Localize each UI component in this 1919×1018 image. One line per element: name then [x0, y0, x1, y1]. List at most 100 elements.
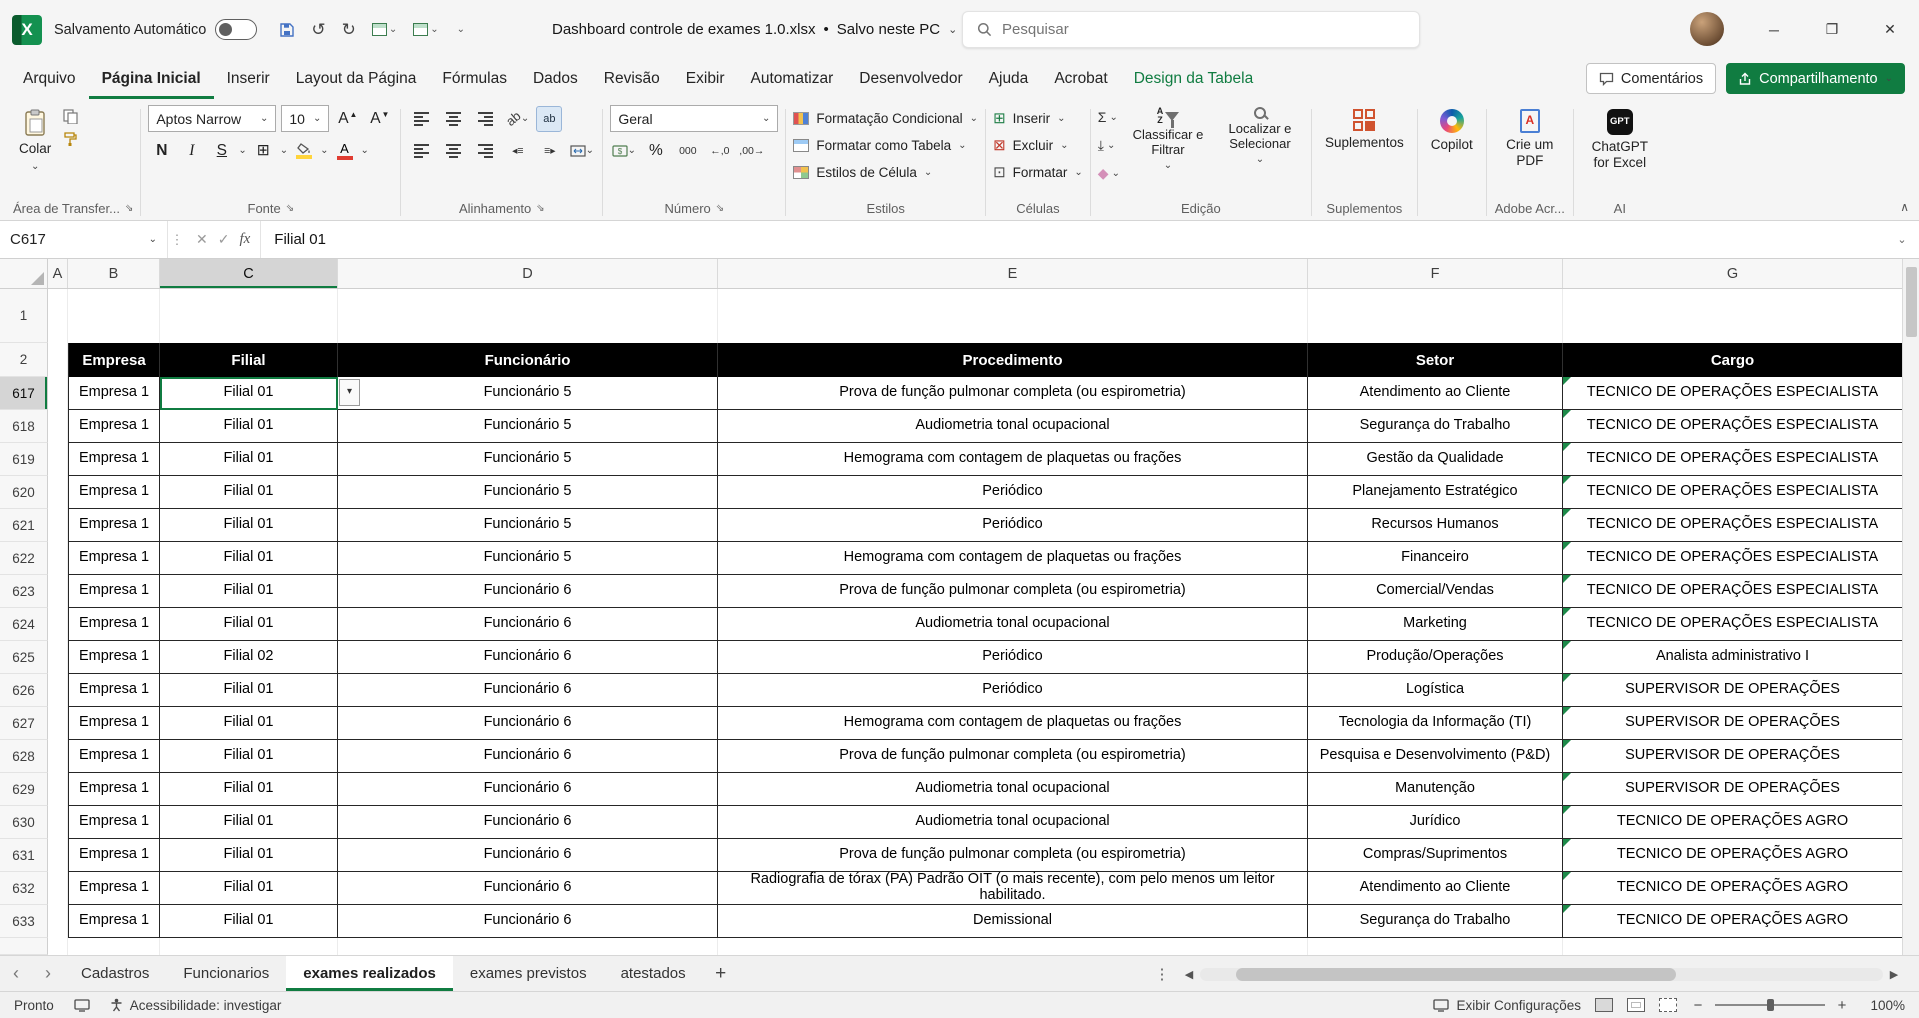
ribbon-tab-ajuda[interactable]: Ajuda — [976, 59, 1042, 99]
table-header-cell[interactable]: Filial — [160, 343, 338, 377]
close-button[interactable]: ✕ — [1861, 0, 1919, 59]
ribbon-tab-página-inicial[interactable]: Página Inicial — [89, 59, 214, 99]
italic-button[interactable]: I — [178, 137, 205, 164]
fill-button[interactable]: ⤓⌄ — [1098, 133, 1120, 157]
insert-cells-button[interactable]: ⊞Inserir⌄ — [993, 105, 1065, 131]
qat-table2-icon[interactable]: ⌄ — [413, 23, 438, 36]
display-settings-button[interactable]: Exibir Configurações — [1433, 998, 1581, 1013]
cell[interactable]: Filial 01 — [160, 839, 338, 872]
cell[interactable]: Audiometria tonal ocupacional — [718, 806, 1308, 839]
align-top-icon[interactable] — [408, 105, 435, 132]
table-header-cell[interactable]: Setor — [1308, 343, 1563, 377]
select-all-corner[interactable] — [0, 259, 48, 288]
enter-icon[interactable]: ✓ — [218, 231, 230, 248]
sort-filter-button[interactable]: AZ Classificar e Filtrar ⌄ — [1126, 105, 1210, 173]
vertical-scrollbar-thumb[interactable] — [1906, 267, 1917, 337]
cell[interactable]: Funcionário 6 — [338, 806, 718, 839]
cell[interactable]: Funcionário 6 — [338, 608, 718, 641]
cell[interactable] — [48, 377, 68, 410]
cell[interactable]: Funcionário 6 — [338, 575, 718, 608]
cell[interactable] — [48, 872, 68, 905]
row-header-619[interactable]: 619 — [0, 443, 48, 476]
cell[interactable]: Audiometria tonal ocupacional — [718, 608, 1308, 641]
row-header-627[interactable]: 627 — [0, 707, 48, 740]
cell[interactable] — [48, 674, 68, 707]
cell[interactable]: Filial 01 — [160, 542, 338, 575]
cell[interactable]: Periódico — [718, 641, 1308, 674]
undo-icon[interactable]: ↺ — [311, 20, 325, 40]
table-header-cell[interactable]: Cargo — [1563, 343, 1902, 377]
row-header-618[interactable]: 618 — [0, 410, 48, 443]
cell[interactable]: Atendimento ao Cliente — [1308, 377, 1563, 410]
page-break-view-icon[interactable] — [1659, 998, 1677, 1012]
cell[interactable]: Funcionário 5 — [338, 410, 718, 443]
cell[interactable]: Empresa 1 — [68, 905, 160, 938]
align-middle-icon[interactable] — [440, 105, 467, 132]
scroll-left-icon[interactable]: ◀ — [1182, 968, 1196, 981]
align-bottom-icon[interactable] — [472, 105, 499, 132]
cell[interactable]: Atendimento ao Cliente — [1308, 872, 1563, 905]
cell[interactable]: Funcionário 6 — [338, 905, 718, 938]
cell[interactable]: Funcionário 6 — [338, 872, 718, 905]
cell[interactable]: Logística — [1308, 674, 1563, 707]
cell[interactable] — [160, 289, 338, 343]
cell[interactable]: Empresa 1 — [68, 575, 160, 608]
sheet-options-icon[interactable]: ⋮ — [1150, 956, 1174, 992]
column-header-B[interactable]: B — [68, 259, 160, 288]
cell[interactable]: Tecnologia da Informação (TI) — [1308, 707, 1563, 740]
underline-button[interactable]: S — [208, 137, 235, 164]
cancel-icon[interactable]: ✕ — [196, 231, 208, 248]
cell[interactable]: Gestão da Qualidade — [1308, 443, 1563, 476]
cell[interactable]: Funcionário 6 — [338, 674, 718, 707]
ribbon-tab-acrobat[interactable]: Acrobat — [1041, 59, 1120, 99]
search-box[interactable] — [962, 11, 1420, 48]
cell[interactable]: Filial 01 — [160, 476, 338, 509]
cell[interactable]: Empresa 1 — [68, 641, 160, 674]
cell[interactable]: Periódico — [718, 674, 1308, 707]
cell[interactable]: Produção/Operações — [1308, 641, 1563, 674]
cell[interactable]: Filial 01 — [160, 806, 338, 839]
ribbon-tab-layout-da-página[interactable]: Layout da Página — [283, 59, 430, 99]
cell[interactable]: Filial 02 — [160, 641, 338, 674]
cell[interactable]: TECNICO DE OPERAÇÕES ESPECIALISTA — [1563, 443, 1902, 476]
cell[interactable]: Filial 01 — [160, 575, 338, 608]
dialog-launcher-icon[interactable]: ⇘ — [536, 203, 544, 214]
cell[interactable]: Empresa 1 — [68, 509, 160, 542]
excel-logo-icon[interactable]: X — [12, 15, 42, 45]
copy-icon[interactable] — [63, 109, 78, 124]
cell[interactable]: Prova de função pulmonar completa (ou es… — [718, 740, 1308, 773]
cell[interactable]: TECNICO DE OPERAÇÕES ESPECIALISTA — [1563, 410, 1902, 443]
decrease-font-size-button[interactable]: A▼ — [366, 105, 393, 132]
clear-button[interactable]: ◆⌄ — [1098, 161, 1120, 185]
conditional-formatting-button[interactable]: Formatação Condicional⌄ — [793, 105, 978, 131]
cell[interactable]: TECNICO DE OPERAÇÕES AGRO — [1563, 839, 1902, 872]
cell[interactable]: Filial 01 — [160, 773, 338, 806]
cell[interactable]: Funcionário 6 — [338, 707, 718, 740]
cell[interactable]: Empresa 1 — [68, 377, 160, 410]
zoom-in-icon[interactable]: + — [1835, 997, 1849, 1014]
cell[interactable]: TECNICO DE OPERAÇÕES ESPECIALISTA — [1563, 377, 1902, 410]
cell[interactable]: SUPERVISOR DE OPERAÇÕES — [1563, 674, 1902, 707]
row-header-630[interactable]: 630 — [0, 806, 48, 839]
chevron-down-icon[interactable]: ⌄ — [238, 145, 246, 156]
row-header-624[interactable]: 624 — [0, 608, 48, 641]
addins-button[interactable]: Suplementos — [1319, 105, 1410, 155]
increase-font-size-button[interactable]: A▲ — [334, 105, 361, 132]
save-icon[interactable] — [279, 22, 295, 38]
borders-button[interactable]: ⊞ — [250, 137, 277, 164]
cell-styles-button[interactable]: Estilos de Célula⌄ — [793, 159, 932, 185]
font-color-button[interactable]: A — [332, 137, 358, 164]
cell[interactable]: Empresa 1 — [68, 542, 160, 575]
redo-icon[interactable]: ↻ — [342, 20, 356, 40]
selected-cell[interactable]: Filial 01▾ — [160, 377, 338, 410]
cell[interactable]: Filial 01 — [160, 740, 338, 773]
row-header-628[interactable]: 628 — [0, 740, 48, 773]
cell[interactable]: Demissional — [718, 905, 1308, 938]
ribbon-tab-fórmulas[interactable]: Fórmulas — [429, 59, 520, 99]
normal-view-icon[interactable] — [1595, 998, 1613, 1012]
row-header-626[interactable]: 626 — [0, 674, 48, 707]
decrease-decimal-button[interactable]: ,00→ — [738, 137, 765, 164]
copilot-button[interactable]: Copilot — [1425, 105, 1479, 157]
cell[interactable]: Funcionário 5 — [338, 443, 718, 476]
horizontal-scrollbar-track[interactable] — [1200, 968, 1883, 981]
